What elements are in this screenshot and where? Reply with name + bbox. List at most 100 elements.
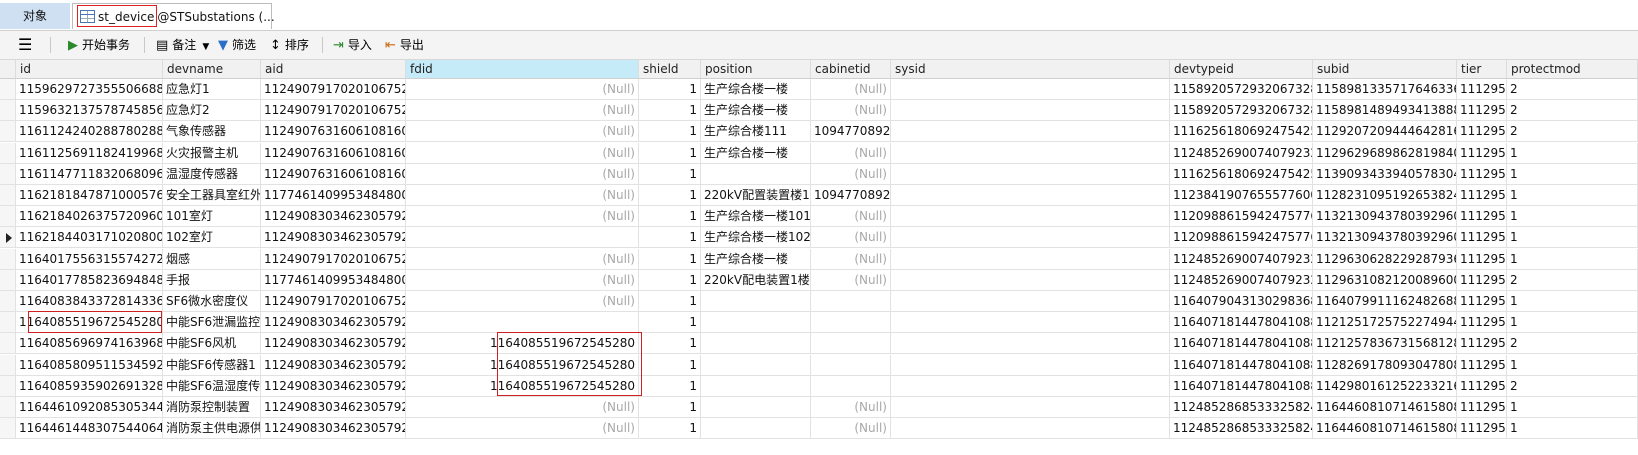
cell-aid[interactable]: 1124908303462305792 (261, 354, 406, 376)
column-header-tier[interactable]: tier (1457, 60, 1507, 79)
table-row[interactable]: 1164461448307544064消防泵主供电源供电112490830346… (0, 418, 1638, 440)
cell-shield[interactable]: 1 (639, 121, 701, 143)
sort-button[interactable]: ↕ 排序 (270, 31, 309, 59)
cell-fdid[interactable] (406, 227, 639, 249)
cell-shield[interactable]: 1 (639, 248, 701, 270)
row-indicator[interactable] (0, 100, 16, 122)
cell-subid[interactable]: 1142980161252233216 (1313, 375, 1457, 397)
cell-protectmod[interactable]: 1 (1507, 142, 1638, 164)
cell-aid[interactable]: 1177461409953484800 (261, 185, 406, 206)
cell-position[interactable] (701, 397, 811, 418)
cell-tier[interactable]: 1112956360724713472 (1457, 418, 1507, 440)
cell-sysid[interactable] (891, 397, 1170, 418)
cell-devname[interactable]: 手报 (163, 269, 261, 291)
cell-aid[interactable]: 1124907917020106752 (261, 79, 406, 100)
column-header-cabinetid[interactable]: cabinetid (811, 60, 891, 79)
cell-id[interactable]: 1164085696974163968 (16, 333, 163, 355)
cell-fdid[interactable]: (Null) (406, 269, 639, 291)
cell-subid[interactable]: 1158981489493413888 (1313, 100, 1457, 122)
row-indicator[interactable] (0, 185, 16, 206)
cell-cabinetid[interactable]: (Null) (811, 142, 891, 164)
column-header-id[interactable]: id (16, 60, 163, 79)
column-header-aid[interactable]: aid (261, 60, 406, 79)
cell-protectmod[interactable]: 1 (1507, 418, 1638, 440)
cell-protectmod[interactable]: 2 (1507, 269, 1638, 291)
cell-sysid[interactable] (891, 227, 1170, 249)
cell-tier[interactable]: 1112956360724713472 (1457, 79, 1507, 100)
table-row[interactable]: 1164017785823694848 手报 1177461409953484800… (0, 269, 1638, 291)
cell-shield[interactable]: 1 (639, 291, 701, 312)
cell-id[interactable]: 1164085935902691328 (16, 375, 163, 397)
cell-sysid[interactable] (891, 206, 1170, 228)
cell-tier[interactable]: 1112956360724713472 (1457, 291, 1507, 312)
column-header-devname[interactable]: devname (163, 60, 261, 79)
cell-fdid[interactable] (406, 312, 639, 334)
cell-subid[interactable]: 1129630628229287936 (1313, 248, 1457, 270)
table-row[interactable]: 1164083843372814336 SF6微水密度仪 1124907917020… (0, 291, 1638, 312)
cell-fdid[interactable]: (Null) (406, 185, 639, 206)
cell-aid[interactable]: 1124907631606108160 (261, 142, 406, 164)
cell-position[interactable]: 220kV配置装置楼1楼 (701, 185, 811, 206)
cell-aid[interactable]: 1124908303462305792 (261, 397, 406, 418)
cell-tier[interactable]: 1112956360724713472 (1457, 354, 1507, 376)
cell-cabinetid[interactable]: 109477089280 (811, 185, 891, 206)
cell-devtypeid[interactable]: 1116256180692475425 (1170, 163, 1313, 185)
cell-subid[interactable]: 1129629689862819840 (1313, 142, 1457, 164)
cell-sysid[interactable] (891, 79, 1170, 100)
cell-tier[interactable]: 1112956360724713472 (1457, 100, 1507, 122)
row-indicator[interactable] (0, 418, 16, 440)
cell-id[interactable]: 1161147711832068096 (16, 163, 163, 185)
cell-devtypeid[interactable]: 1164071814478041088 (1170, 333, 1313, 355)
cell-tier[interactable]: 1112956360724713472 (1457, 185, 1507, 206)
table-row[interactable]: 1164461092085305344 消防泵控制装置 11249083034623… (0, 397, 1638, 418)
cell-cabinetid[interactable]: (Null) (811, 397, 891, 418)
cell-devtypeid[interactable]: 1124852868533325824 (1170, 397, 1313, 418)
cell-position[interactable] (701, 312, 811, 334)
cell-subid[interactable]: 1128269178093047808 (1313, 354, 1457, 376)
cell-shield[interactable]: 1 (639, 100, 701, 122)
cell-tier[interactable]: 1112956360724713472 (1457, 333, 1507, 355)
cell-cabinetid[interactable] (811, 312, 891, 334)
cell-cabinetid[interactable] (811, 333, 891, 355)
cell-aid[interactable]: 1124907917020106752 (261, 248, 406, 270)
cell-shield[interactable]: 1 (639, 375, 701, 397)
cell-cabinetid[interactable]: (Null) (811, 163, 891, 185)
tab-st-device[interactable]: st_device @STSubstations (... (72, 3, 275, 29)
cell-position[interactable] (701, 163, 811, 185)
cell-protectmod[interactable]: 1 (1507, 206, 1638, 228)
cell-protectmod[interactable]: 1 (1507, 227, 1638, 249)
cell-id[interactable]: 1164017785823694848 (16, 269, 163, 291)
cell-devtypeid[interactable]: 1120988615942475776 (1170, 206, 1313, 228)
cell-devtypeid[interactable]: 1164071814478041088 (1170, 375, 1313, 397)
cell-id[interactable]: 1162184026375720960 (16, 206, 163, 228)
cell-sysid[interactable] (891, 418, 1170, 440)
cell-id[interactable]: 1164461092085305344 (16, 397, 163, 418)
cell-fdid[interactable]: (Null) (406, 121, 639, 143)
cell-cabinetid[interactable]: 109477089280 (811, 121, 891, 143)
cell-position[interactable] (701, 375, 811, 397)
cell-subid[interactable]: 1139093433940578304 (1313, 163, 1457, 185)
cell-subid[interactable]: 1164460810714615808 (1313, 418, 1457, 440)
column-header-fdid[interactable]: fdid (406, 60, 639, 79)
table-row[interactable]: 1161147711832068096 温湿度传感器 112490763160610… (0, 163, 1638, 185)
cell-sysid[interactable] (891, 312, 1170, 334)
cell-subid[interactable]: 1164460810714615808 (1313, 397, 1457, 418)
cell-devname[interactable]: 烟感 (163, 248, 261, 270)
cell-shield[interactable]: 1 (639, 397, 701, 418)
cell-fdid[interactable]: (Null) (406, 79, 639, 100)
cell-tier[interactable]: 1112956360724713472 (1457, 206, 1507, 228)
cell-protectmod[interactable]: 1 (1507, 312, 1638, 334)
chevron-down-icon[interactable]: ▼ (202, 42, 209, 52)
cell-devtypeid[interactable]: 1164071814478041088 (1170, 312, 1313, 334)
table-row[interactable]: 1159632137578745856 应急灯2 11249079170201067… (0, 100, 1638, 122)
table-row[interactable]: 1164085935902691328中能SF6温湿度传感11249083034… (0, 375, 1638, 397)
cell-protectmod[interactable]: 1 (1507, 354, 1638, 376)
cell-position[interactable] (701, 354, 811, 376)
column-header-shield[interactable]: shield (639, 60, 701, 79)
import-button[interactable]: ⇥ 导入 (333, 31, 372, 59)
cell-shield[interactable]: 1 (639, 354, 701, 376)
cell-devname[interactable]: 温湿度传感器 (163, 163, 261, 185)
row-indicator[interactable] (0, 291, 16, 312)
cell-devname[interactable]: 102室灯 (163, 227, 261, 249)
table-row[interactable]: 1162181847871000576安全工器具室红外双117746140995… (0, 185, 1638, 206)
